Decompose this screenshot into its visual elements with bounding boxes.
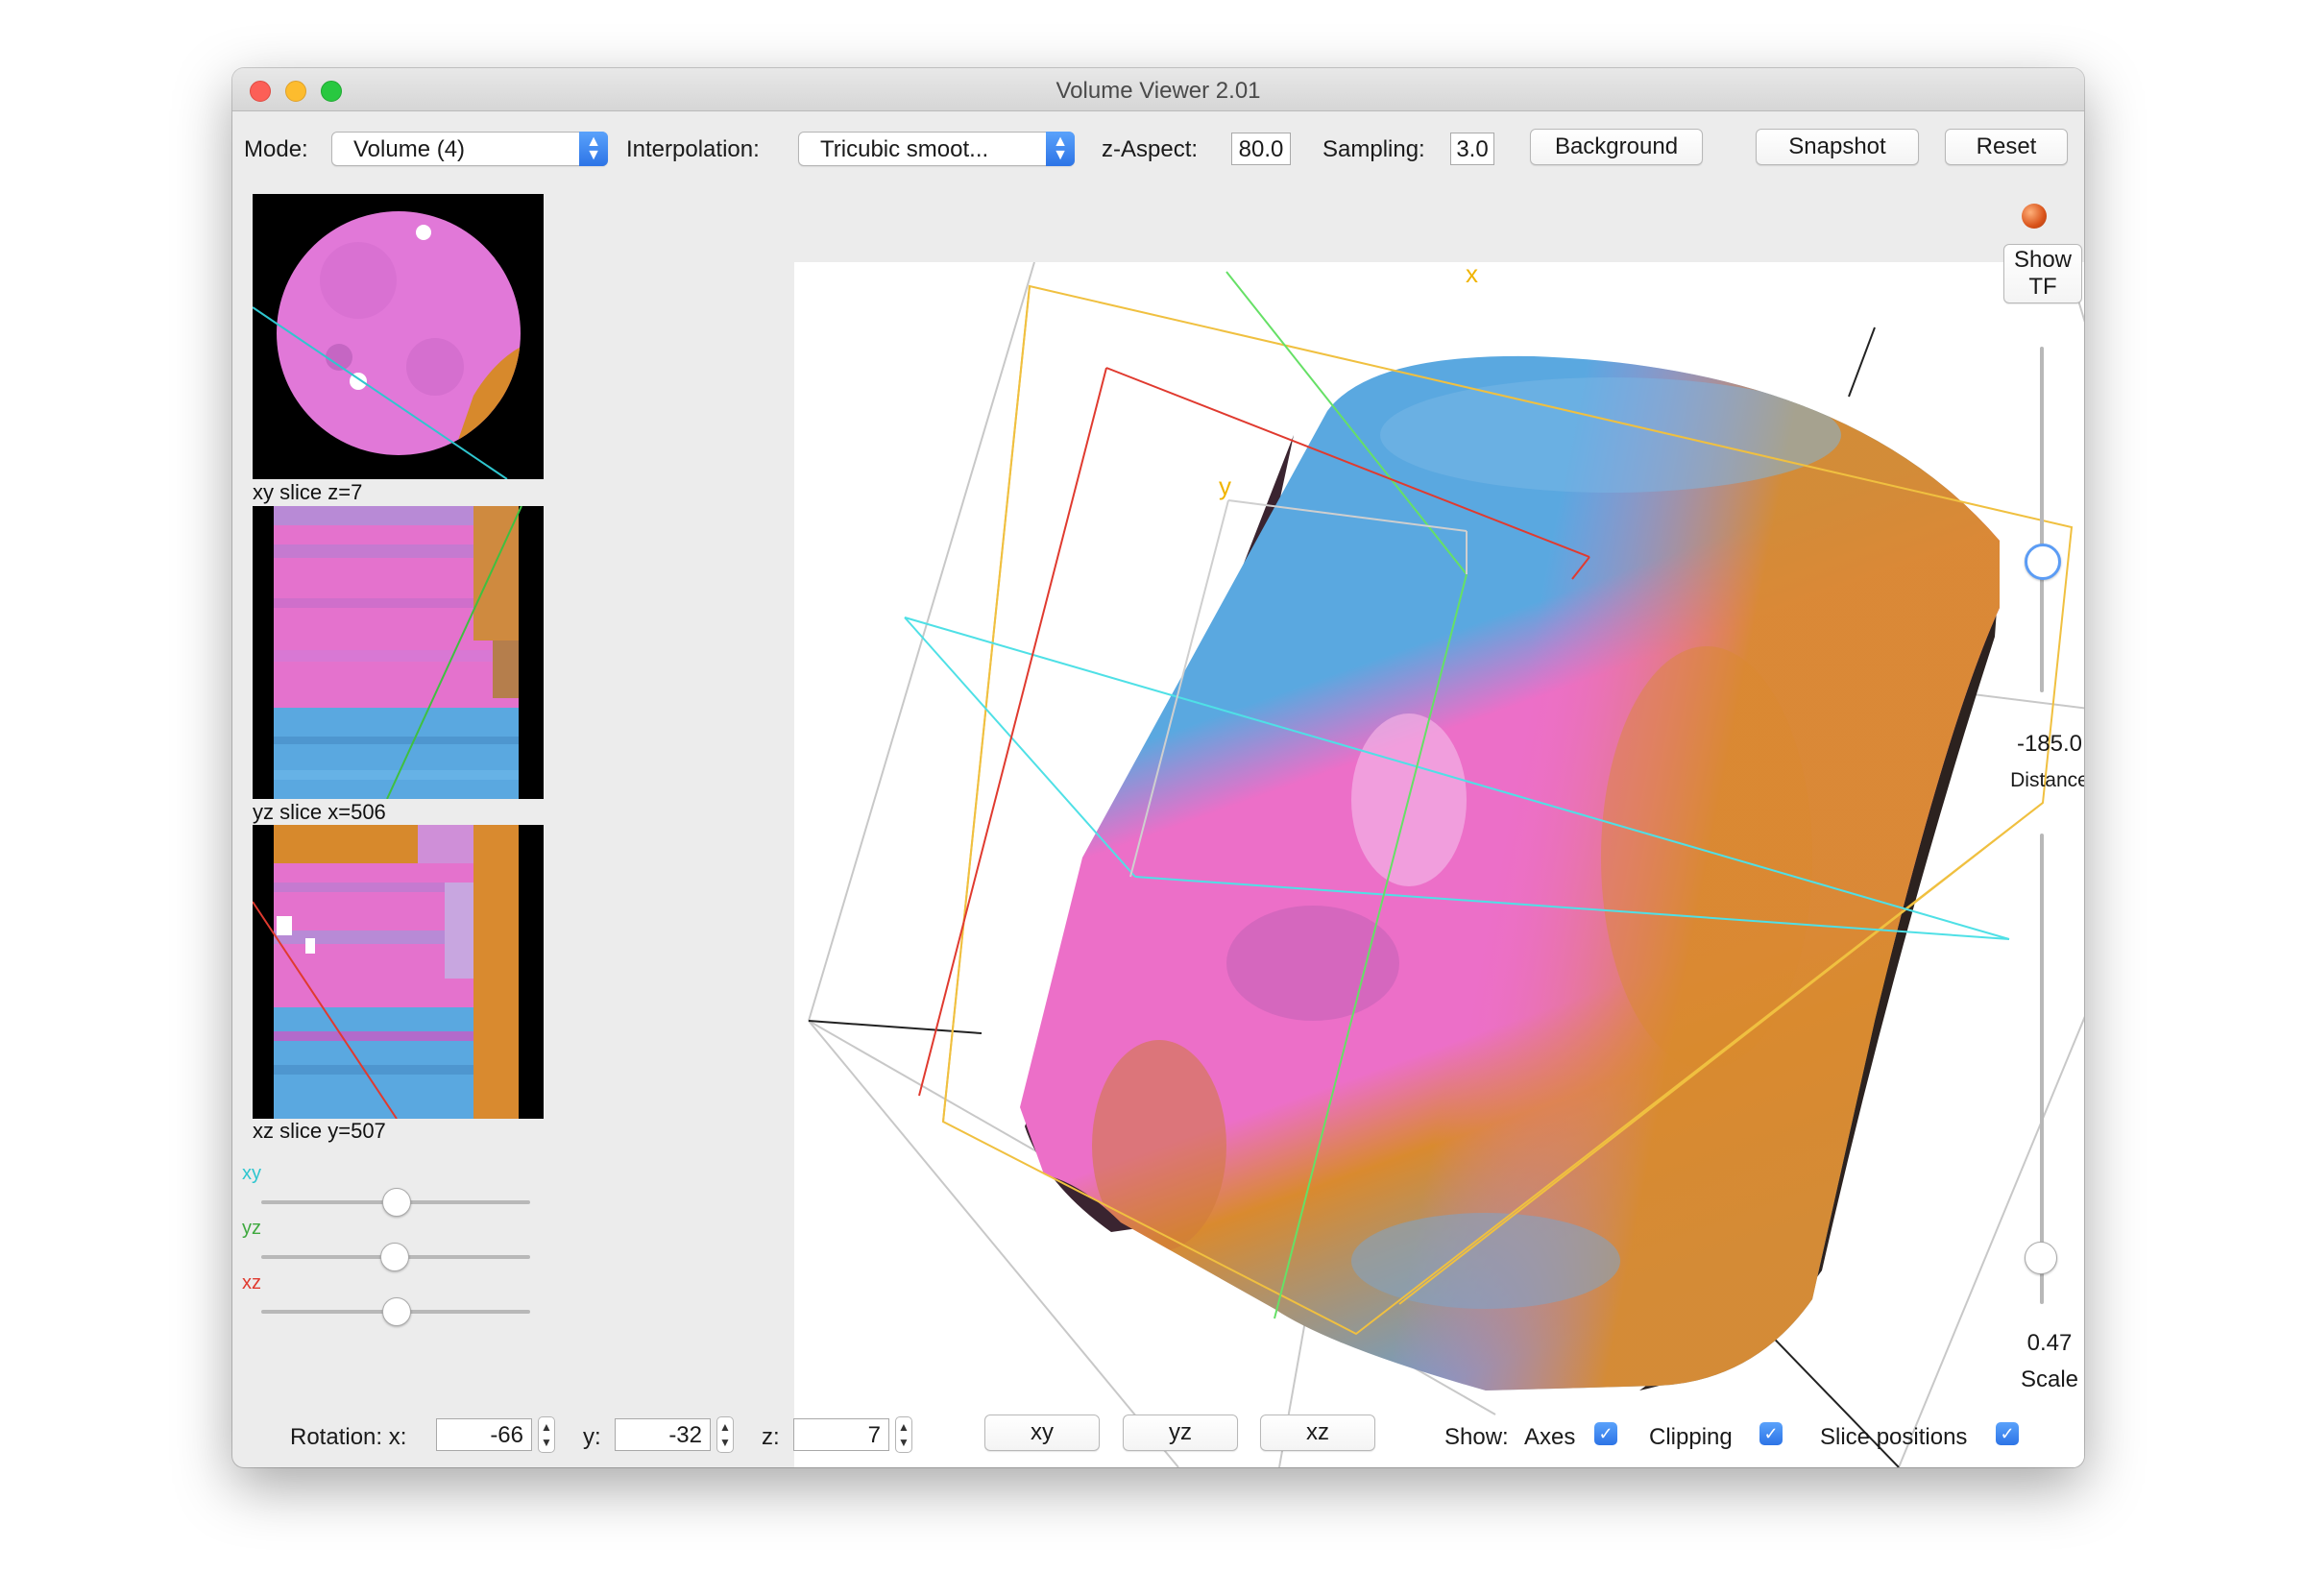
rotation-y-stepper[interactable]: ▲ ▼ (716, 1416, 734, 1453)
distance-label: Distance (2010, 769, 2084, 791)
show-label: Show: (1444, 1424, 1509, 1450)
sampling-field[interactable]: 3.0 (1450, 133, 1494, 165)
yz-slider-label: yz (242, 1218, 261, 1239)
show-tf-label-line2: TF (2028, 274, 2057, 300)
view-yz-button[interactable]: yz (1123, 1415, 1238, 1451)
title-bar[interactable]: Volume Viewer 2.01 (232, 68, 2084, 111)
xy-slice-view[interactable] (252, 194, 544, 480)
mode-label: Mode: (244, 136, 308, 162)
view-xz-button[interactable]: xz (1260, 1415, 1375, 1451)
distance-slider-knob[interactable] (2025, 544, 2061, 580)
volume-render-view[interactable]: x y (794, 262, 2084, 1467)
rotation-y-label: y: (583, 1424, 601, 1450)
z-aspect-label: z-Aspect: (1102, 136, 1199, 162)
xz-slider-knob[interactable] (382, 1297, 411, 1326)
rotation-label: Rotation: x: (290, 1424, 407, 1450)
mode-select-value: Volume (4) (353, 136, 466, 162)
rotation-y-field[interactable]: -32 (615, 1418, 711, 1451)
yz-slice-image (274, 505, 522, 800)
interpolation-select[interactable]: Tricubic smoot... ▲ ▼ (798, 132, 1075, 166)
rotation-x-stepper[interactable]: ▲ ▼ (538, 1416, 555, 1453)
sampling-label: Sampling: (1322, 136, 1425, 162)
rotation-z-label: z: (762, 1424, 780, 1450)
view-xy-button[interactable]: xy (984, 1415, 1100, 1451)
xz-slice-image (252, 825, 519, 1120)
slice-positions-label: Slice positions (1820, 1424, 1968, 1450)
background-button[interactable]: Background (1530, 129, 1703, 165)
scale-slider-knob[interactable] (2025, 1242, 2057, 1274)
xy-slice-image (252, 211, 521, 480)
rotation-z-field[interactable]: 7 (793, 1418, 889, 1451)
chevron-updown-icon: ▲ ▼ (1046, 132, 1075, 166)
transfer-function-indicator (2022, 204, 2047, 229)
xz-slider-label: xz (242, 1272, 261, 1294)
mode-select[interactable]: Volume (4) ▲ ▼ (331, 132, 608, 166)
y-axis-label: y (1219, 472, 1231, 500)
scale-slider-track[interactable] (2040, 834, 2044, 1304)
xz-slice-view[interactable] (252, 825, 544, 1120)
z-aspect-field[interactable]: 80.0 (1231, 133, 1291, 165)
axes-label: Axes (1524, 1424, 1576, 1450)
snapshot-button[interactable]: Snapshot (1756, 129, 1919, 165)
distance-value: -185.0 (2016, 731, 2083, 757)
show-tf-button[interactable]: Show TF (2003, 244, 2082, 303)
yz-slice-view[interactable] (253, 505, 544, 800)
xy-slider-label: xy (242, 1163, 261, 1184)
show-tf-label-line1: Show (2013, 247, 2073, 273)
clipping-checkbox[interactable]: ✓ (1759, 1422, 1783, 1445)
yz-slice-caption: yz slice x=506 (253, 800, 386, 824)
interpolation-label: Interpolation: (626, 136, 760, 162)
window-title: Volume Viewer 2.01 (1055, 78, 1261, 104)
distance-slider-track[interactable] (2040, 347, 2044, 692)
slice-positions-checkbox[interactable]: ✓ (1996, 1422, 2019, 1445)
clipping-label: Clipping (1649, 1424, 1733, 1450)
volume-render-image (807, 262, 2084, 1467)
interpolation-select-value: Tricubic smoot... (820, 136, 989, 162)
yz-slider-knob[interactable] (380, 1243, 409, 1271)
scale-label: Scale (2020, 1366, 2079, 1392)
reset-button[interactable]: Reset (1945, 129, 2068, 165)
chevron-updown-icon: ▲ ▼ (579, 132, 608, 166)
axes-checkbox[interactable]: ✓ (1594, 1422, 1617, 1445)
rotation-x-field[interactable]: -66 (436, 1418, 532, 1451)
volume-viewer-window: Volume Viewer 2.01 Mode: Volume (4) ▲ ▼ I… (232, 68, 2084, 1467)
scale-value: 0.47 (2026, 1330, 2073, 1356)
xy-slider-knob[interactable] (382, 1188, 411, 1217)
xz-slice-caption: xz slice y=507 (253, 1119, 386, 1143)
x-axis-label: x (1466, 262, 1478, 288)
rotation-z-stepper[interactable]: ▲ ▼ (895, 1416, 912, 1453)
xy-slice-caption: xy slice z=7 (253, 480, 363, 504)
